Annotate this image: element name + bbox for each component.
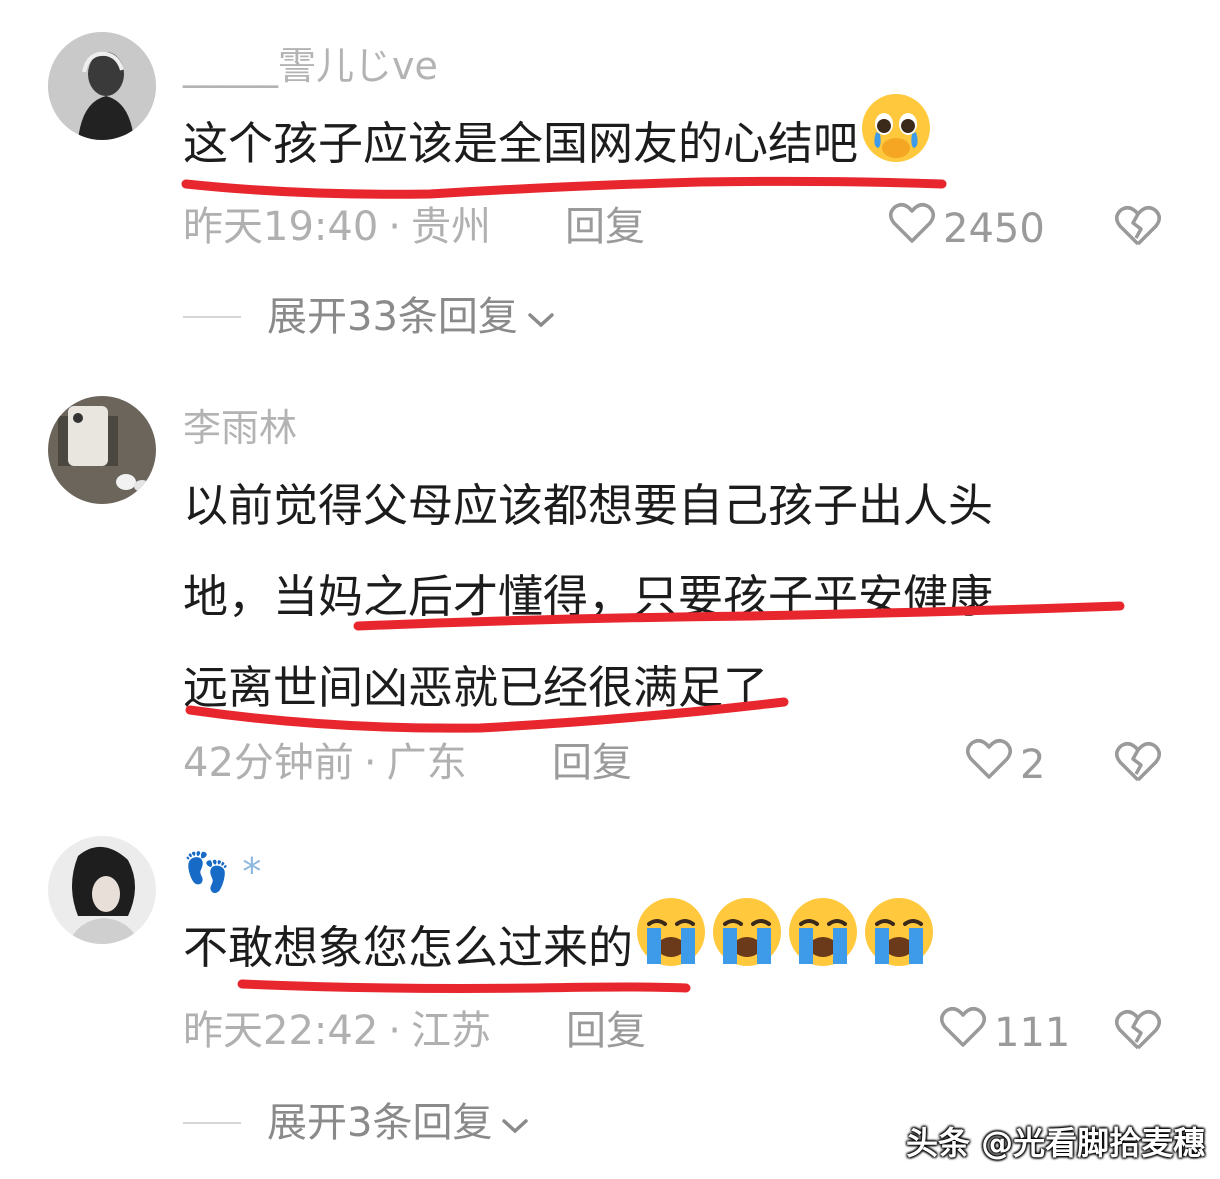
broken-heart-icon — [1114, 1010, 1162, 1056]
separator: · — [363, 740, 377, 786]
loudly-crying-face-icon — [785, 894, 861, 1000]
chevron-down-icon — [500, 1098, 530, 1148]
like-count: 2450 — [943, 206, 1045, 252]
broken-heart-icon — [1114, 206, 1162, 252]
watermark: 头条 @光看脚拾麦穗 — [906, 1124, 1206, 1162]
red-underline — [185, 697, 789, 733]
divider-line — [183, 1122, 241, 1124]
dislike-button[interactable] — [1114, 1008, 1162, 1056]
expand-replies-button[interactable]: 展开3条回复 — [183, 1098, 530, 1148]
broken-heart-icon — [1114, 742, 1162, 788]
heart-icon — [966, 738, 1012, 792]
comment-text-line: 以前觉得父母应该都想要自己孩子出人头 — [183, 479, 994, 532]
comment-text-line: 这个孩子应该是全国网友的心结吧 — [183, 117, 859, 170]
timestamp: 昨天22:42 — [183, 1008, 379, 1054]
heart-icon — [940, 1006, 986, 1060]
expand-replies-label: 展开3条回复 — [267, 1100, 493, 1146]
red-underline — [353, 601, 1125, 631]
username[interactable]: _____霅儿じve — [183, 44, 438, 88]
comment-meta: 42分钟前 · 广东 — [183, 738, 467, 788]
avatar[interactable] — [48, 32, 156, 140]
red-underline — [237, 979, 691, 993]
avatar[interactable] — [48, 836, 156, 944]
location: 贵州 — [411, 204, 491, 250]
comment-text-line: 不敢想象您怎么过来的 — [183, 921, 634, 974]
heart-icon — [889, 202, 935, 256]
loudly-crying-face-icon — [709, 894, 785, 1000]
like-button[interactable]: 111 — [940, 1006, 1070, 1060]
reply-button[interactable]: 回复 — [565, 202, 645, 252]
location: 江苏 — [411, 1008, 491, 1054]
location: 广东 — [386, 740, 467, 786]
timestamp: 42分钟前 — [183, 740, 354, 786]
avatar[interactable] — [48, 396, 156, 504]
separator: · — [388, 204, 401, 250]
reply-button[interactable]: 回复 — [566, 1006, 646, 1056]
divider-line — [183, 316, 241, 318]
expand-replies-label: 展开33条回复 — [267, 294, 518, 340]
username[interactable]: 李雨林 — [183, 406, 297, 450]
like-button[interactable]: 2 — [966, 738, 1045, 792]
timestamp: 昨天19:40 — [183, 204, 379, 250]
expand-replies-button[interactable]: 展开33条回复 — [183, 292, 556, 342]
loudly-crying-face-icon — [861, 894, 937, 1000]
reply-button[interactable]: 回复 — [552, 738, 632, 788]
like-button[interactable]: 2450 — [889, 202, 1045, 256]
dislike-button[interactable] — [1114, 204, 1162, 252]
separator: · — [388, 1008, 401, 1054]
dislike-button[interactable] — [1114, 740, 1162, 788]
like-count: 111 — [994, 1010, 1071, 1056]
like-count: 2 — [1020, 742, 1046, 788]
emoji-group — [633, 898, 937, 974]
username[interactable]: 👣 * — [183, 850, 261, 894]
comment-meta: 昨天19:40 · 贵州 — [183, 202, 491, 252]
chevron-down-icon — [526, 292, 556, 342]
comment-meta: 昨天22:42 · 江苏 — [183, 1006, 491, 1056]
